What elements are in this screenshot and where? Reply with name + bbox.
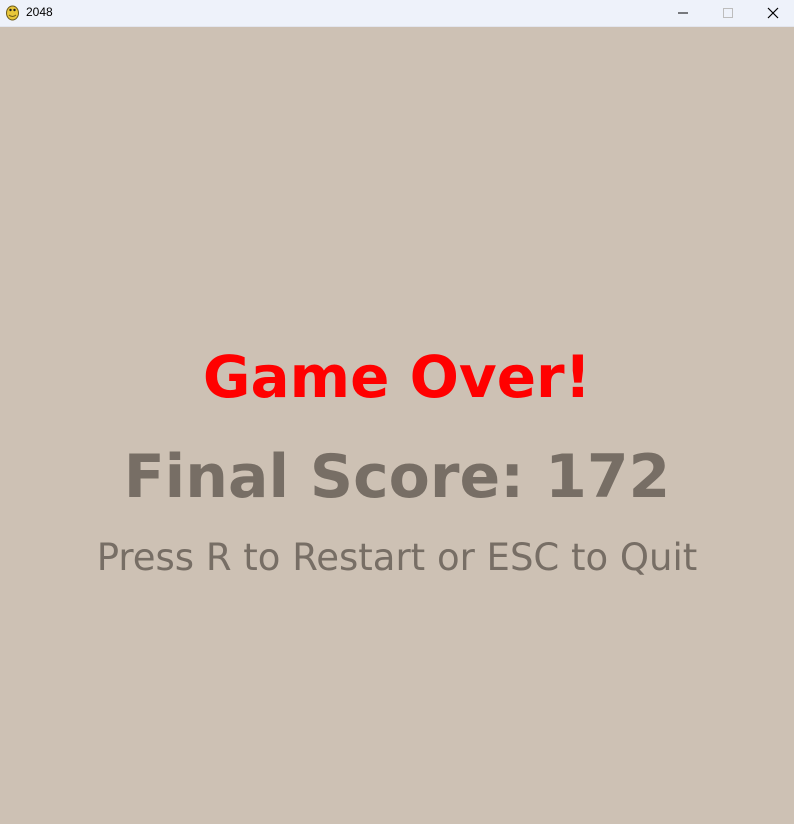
maximize-button[interactable] [705,0,751,26]
minimize-button[interactable] [660,0,706,26]
restart-instructions: Press R to Restart or ESC to Quit [96,536,698,579]
close-button[interactable] [750,0,794,26]
final-score-label: Final Score: 172 [123,442,671,512]
maximize-icon [723,8,733,18]
game-over-heading: Game Over! [202,343,592,411]
game-canvas[interactable]: Game Over! Final Score: 172 Press R to R… [0,27,794,824]
window-title: 2048 [26,5,53,19]
close-icon [767,7,779,19]
title-bar[interactable]: 2048 [0,0,794,27]
pygame-snake-icon [6,5,19,21]
minimize-icon [678,12,688,14]
game-window: 2048 Game Over! Final Score: 172 Press R… [0,0,794,824]
